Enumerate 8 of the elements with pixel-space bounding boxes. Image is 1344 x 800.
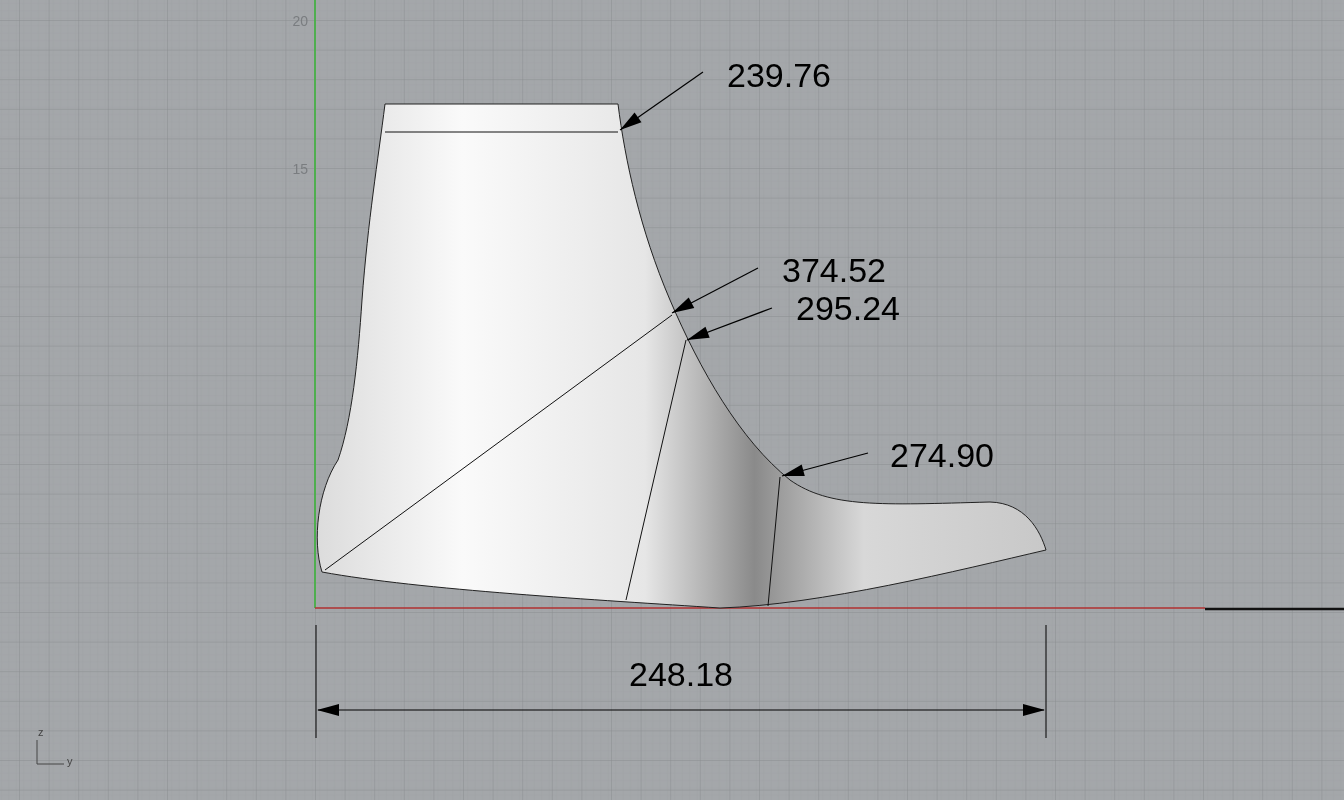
dimension-value: 248.18 — [629, 655, 733, 693]
dimension-value: 295.24 — [796, 289, 900, 327]
axis-label: y — [67, 755, 73, 767]
axes-icon — [36, 739, 65, 765]
axis-label: z — [38, 726, 44, 738]
dimension-value: 374.52 — [782, 251, 886, 289]
dimension-value: 274.90 — [890, 436, 994, 474]
dimension-value: 239.76 — [727, 56, 831, 94]
